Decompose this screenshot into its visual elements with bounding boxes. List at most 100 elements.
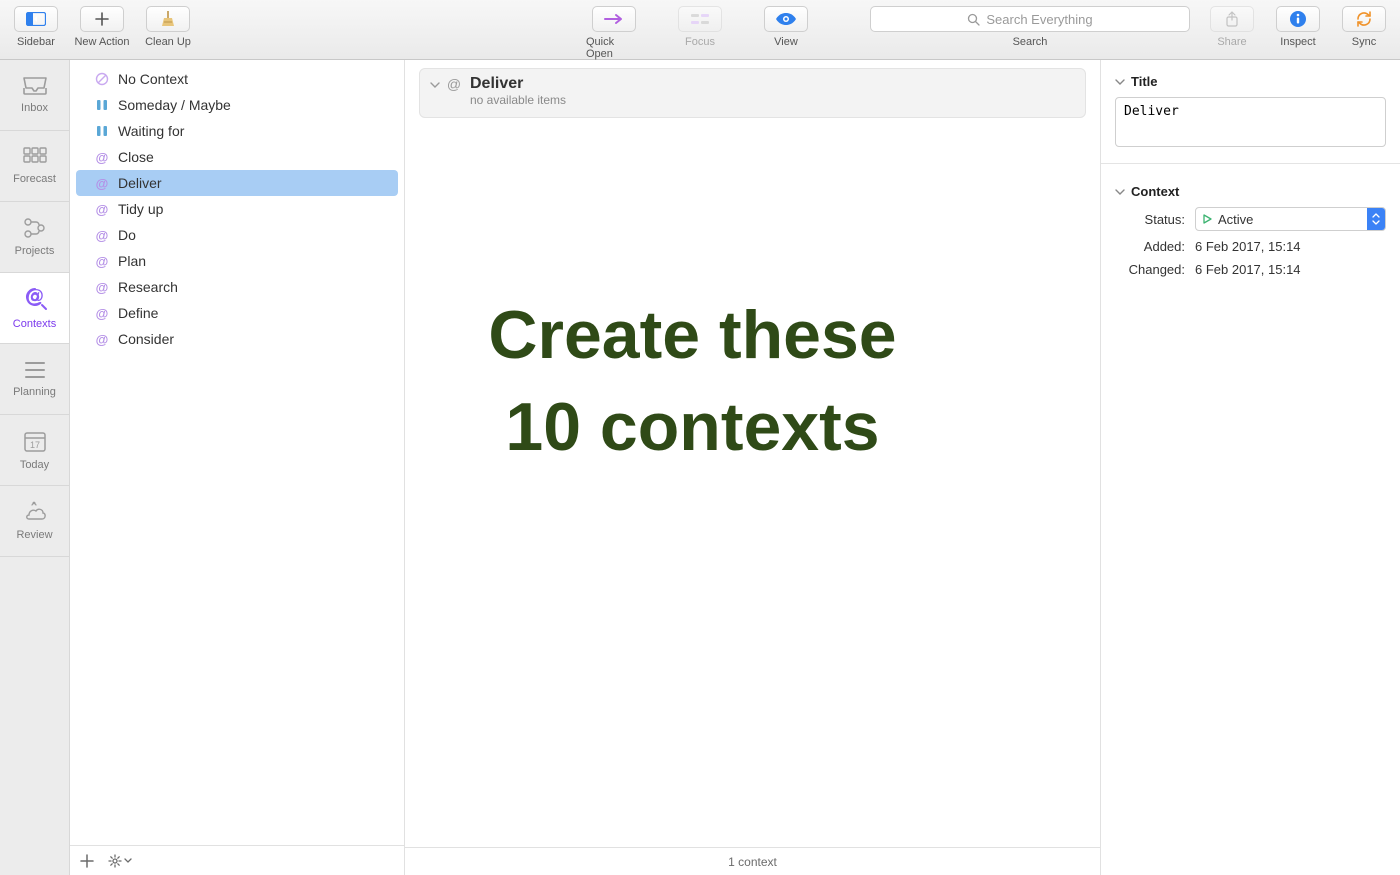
inspector-context-header[interactable]: Context bbox=[1115, 184, 1386, 199]
context-label: Close bbox=[118, 149, 154, 165]
clean-up-button[interactable]: Clean Up bbox=[140, 6, 196, 48]
at-icon: @ bbox=[94, 150, 110, 165]
view-button[interactable]: View bbox=[758, 6, 814, 60]
nav-label: Contexts bbox=[13, 318, 56, 330]
toolbar-label: Focus bbox=[685, 36, 715, 48]
toolbar-label: Sidebar bbox=[17, 36, 55, 48]
context-label: Deliver bbox=[118, 175, 162, 191]
nav-divider bbox=[0, 556, 69, 557]
context-row[interactable]: Waiting for bbox=[76, 118, 398, 144]
inbox-icon bbox=[22, 76, 48, 96]
context-list: No Context Someday / Maybe Waiting for @ Clo… bbox=[70, 60, 404, 845]
forecast-icon bbox=[23, 147, 47, 167]
nav-inbox[interactable]: Inbox bbox=[0, 60, 69, 130]
inspector-title-header[interactable]: Title bbox=[1115, 74, 1386, 89]
nav-contexts[interactable]: @ Contexts bbox=[0, 273, 69, 343]
context-row[interactable]: @Do bbox=[76, 222, 398, 248]
context-row[interactable]: @Tidy up bbox=[76, 196, 398, 222]
pause-icon bbox=[94, 99, 110, 111]
gear-icon bbox=[108, 854, 122, 868]
context-label: Define bbox=[118, 305, 158, 321]
context-row[interactable]: @Consider bbox=[76, 326, 398, 352]
status-select[interactable]: Active bbox=[1195, 207, 1386, 231]
main-outline: @ Deliver no available items Create thes… bbox=[405, 60, 1100, 875]
outline-group-header[interactable]: @ Deliver no available items bbox=[419, 68, 1086, 118]
context-row[interactable]: @ Define bbox=[76, 300, 398, 326]
at-icon: @ bbox=[94, 176, 110, 191]
context-row[interactable]: @ Deliver bbox=[76, 170, 398, 196]
toolbar: Sidebar New Action Clean Up Quick Open bbox=[0, 0, 1400, 60]
toolbar-label: Clean Up bbox=[145, 36, 191, 48]
outline-title: Deliver bbox=[470, 75, 566, 93]
sidebar-icon bbox=[26, 12, 46, 26]
context-label: No Context bbox=[118, 71, 188, 87]
chevron-down-icon bbox=[124, 858, 132, 864]
changed-value: 6 Feb 2017, 15:14 bbox=[1195, 262, 1301, 277]
outline-subtitle: no available items bbox=[470, 93, 566, 107]
new-action-button[interactable]: New Action bbox=[74, 6, 130, 48]
context-row[interactable]: @Plan bbox=[76, 248, 398, 274]
nav-label: Forecast bbox=[13, 173, 56, 185]
planning-icon bbox=[24, 360, 46, 380]
title-field[interactable] bbox=[1115, 97, 1386, 147]
status-row: Status: Active bbox=[1115, 207, 1386, 231]
divider bbox=[1101, 163, 1400, 164]
search-input[interactable]: Search Everything bbox=[870, 6, 1190, 32]
context-row[interactable]: @Research bbox=[76, 274, 398, 300]
nav-forecast[interactable]: Forecast bbox=[0, 131, 69, 201]
nav-review[interactable]: Review bbox=[0, 486, 69, 556]
no-context-icon bbox=[94, 72, 110, 86]
at-icon: @ bbox=[94, 280, 110, 295]
inspector-panel: Title Context Status: Active Added: 6 Fe… bbox=[1100, 60, 1400, 875]
sync-button[interactable]: Sync bbox=[1336, 6, 1392, 48]
context-row[interactable]: @ Close bbox=[76, 144, 398, 170]
perspective-nav: Inbox Forecast Projects @ Contexts Plann… bbox=[0, 60, 70, 875]
context-label: Waiting for bbox=[118, 123, 184, 139]
context-label: Tidy up bbox=[118, 201, 163, 217]
toolbar-label: Inspect bbox=[1280, 36, 1315, 48]
updown-icon bbox=[1372, 213, 1380, 225]
sidebar-bottom-bar bbox=[70, 845, 404, 875]
svg-text:@: @ bbox=[26, 286, 44, 306]
at-icon: @ bbox=[94, 254, 110, 269]
projects-icon bbox=[23, 217, 47, 239]
info-icon bbox=[1289, 10, 1307, 28]
at-icon: @ bbox=[94, 228, 110, 243]
context-label: Someday / Maybe bbox=[118, 97, 231, 113]
focus-button[interactable]: Focus bbox=[672, 6, 728, 60]
disclosure-triangle-icon bbox=[1115, 187, 1125, 197]
share-button[interactable]: Share bbox=[1204, 6, 1260, 48]
broom-icon bbox=[159, 10, 177, 28]
disclosure-triangle-icon[interactable] bbox=[430, 80, 440, 90]
gear-menu-button[interactable] bbox=[108, 854, 132, 868]
nav-planning[interactable]: Planning bbox=[0, 344, 69, 414]
nav-label: Projects bbox=[15, 245, 55, 257]
nav-today[interactable]: 17 Today bbox=[0, 415, 69, 485]
nav-projects[interactable]: Projects bbox=[0, 202, 69, 272]
app-body: Inbox Forecast Projects @ Contexts Plann… bbox=[0, 60, 1400, 875]
sidebar-toggle[interactable]: Sidebar bbox=[8, 6, 64, 48]
add-context-button[interactable] bbox=[80, 854, 94, 868]
section-label: Title bbox=[1131, 74, 1158, 89]
changed-row: Changed: 6 Feb 2017, 15:14 bbox=[1115, 262, 1386, 277]
at-icon: @ bbox=[94, 306, 110, 321]
inspect-button[interactable]: Inspect bbox=[1270, 6, 1326, 48]
focus-icon bbox=[690, 13, 710, 25]
quick-open-button[interactable]: Quick Open bbox=[586, 6, 642, 60]
calendar-icon: 17 bbox=[23, 429, 47, 453]
search-icon bbox=[967, 13, 980, 26]
at-icon: @ bbox=[94, 332, 110, 347]
disclosure-triangle-icon bbox=[1115, 77, 1125, 87]
context-row[interactable]: Someday / Maybe bbox=[76, 92, 398, 118]
status-value: Active bbox=[1218, 212, 1253, 227]
toolbar-label: View bbox=[774, 36, 798, 48]
nav-label: Planning bbox=[13, 386, 56, 398]
status-text: 1 context bbox=[728, 855, 777, 869]
select-caret bbox=[1367, 208, 1385, 230]
play-icon bbox=[1202, 214, 1212, 224]
context-row[interactable]: No Context bbox=[76, 66, 398, 92]
search-placeholder: Search Everything bbox=[986, 12, 1092, 27]
review-icon bbox=[23, 501, 47, 523]
added-row: Added: 6 Feb 2017, 15:14 bbox=[1115, 239, 1386, 254]
svg-text:17: 17 bbox=[29, 440, 39, 450]
